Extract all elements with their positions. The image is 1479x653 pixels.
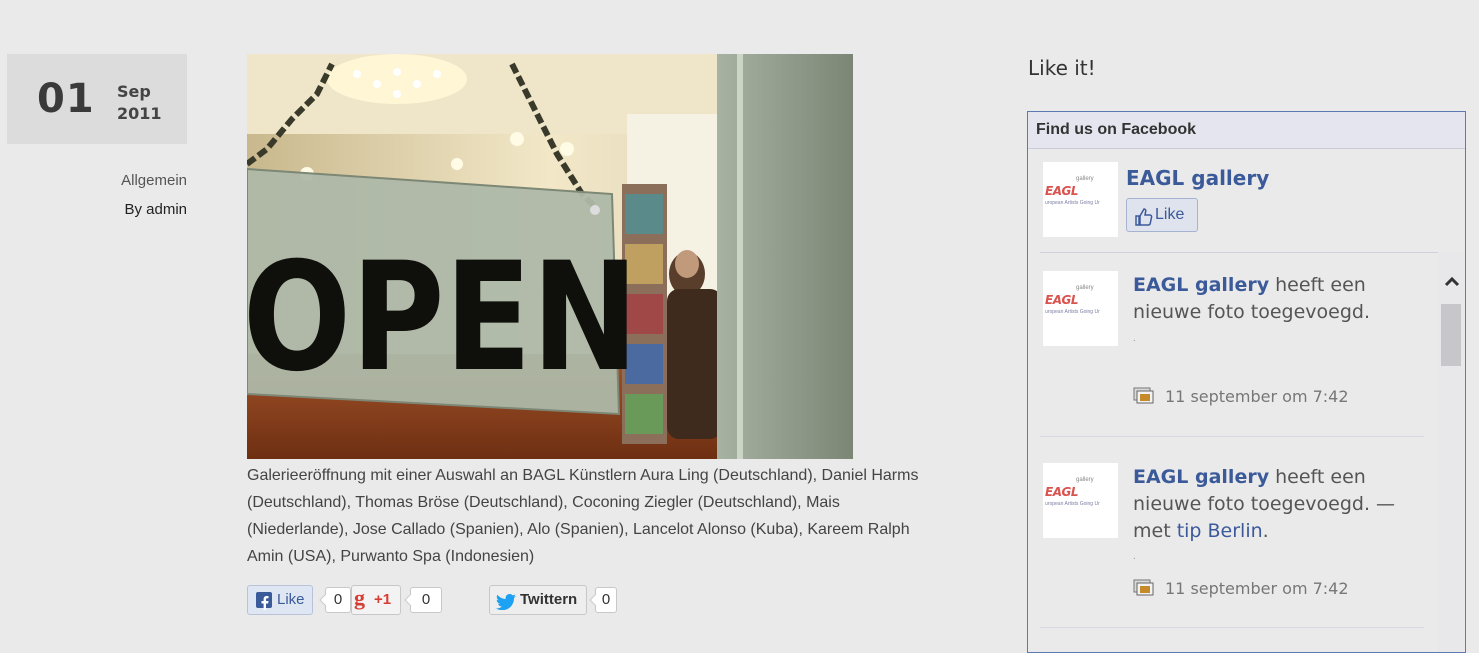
post-timestamp[interactable]: 11 september om 7:42 xyxy=(1165,579,1349,598)
facebook-like-box: Find us on Facebook EAGL gallery uropean A… xyxy=(1027,111,1466,653)
post-author[interactable]: By admin xyxy=(124,201,187,218)
google-plus-icon: g xyxy=(354,585,365,610)
post-category-link[interactable]: Allgemein xyxy=(121,172,187,189)
twitter-label: Twittern xyxy=(520,591,578,608)
date-year: 2011 xyxy=(117,104,162,123)
post-author-link[interactable]: EAGL gallery xyxy=(1133,274,1269,296)
feed-post-text: EAGL gallery heeft een nieuwe foto toege… xyxy=(1133,274,1370,323)
twitter-bird-icon xyxy=(496,592,516,620)
feed-post-text: EAGL gallery heeft een nieuwe foto toege… xyxy=(1133,466,1396,542)
post-date-box: 01 Sep 2011 xyxy=(7,54,187,144)
facebook-page-name[interactable]: EAGL gallery xyxy=(1126,166,1269,190)
post-author-link[interactable]: EAGL gallery xyxy=(1133,466,1269,488)
facebook-like-button[interactable]: Like xyxy=(247,585,313,615)
post-divider xyxy=(1040,436,1424,437)
post-timestamp[interactable]: 11 september om 7:42 xyxy=(1165,387,1349,406)
open-sign-text: OPEN xyxy=(247,230,638,405)
thumbs-up-icon xyxy=(1135,206,1153,238)
google-plus-label: +1 xyxy=(374,591,392,608)
facebook-like-label: Like xyxy=(277,591,305,608)
scroll-up-icon[interactable] xyxy=(1444,274,1460,292)
twitter-count: 0 xyxy=(595,587,617,613)
photo-icon xyxy=(1133,579,1155,597)
date-month-year: Sep 2011 xyxy=(117,81,162,125)
post-caption: Galerieeröffnung mit einer Auswahl an BA… xyxy=(247,467,919,565)
post-avatar[interactable]: EAGL gallery uropean Artists Going Ur xyxy=(1043,463,1118,538)
twitter-tweet-button[interactable]: Twittern xyxy=(489,585,587,615)
google-plus-count: 0 xyxy=(410,587,442,613)
post-divider xyxy=(1040,627,1424,628)
gallery-open-sign-photo: OPEN xyxy=(247,54,853,459)
facebook-box-title: Find us on Facebook xyxy=(1028,112,1465,149)
tagged-link[interactable]: tip Berlin xyxy=(1177,520,1263,542)
facebook-like-count: 0 xyxy=(325,587,351,613)
page-avatar[interactable]: EAGL gallery uropean Artists Going Ur xyxy=(1043,162,1118,237)
sidebar-like-heading: Like it! xyxy=(1028,56,1096,80)
page-like-label: Like xyxy=(1155,206,1185,223)
feed-divider xyxy=(1040,252,1460,253)
post-separator-dot: . xyxy=(1133,333,1136,344)
post-separator-dot: . xyxy=(1133,551,1136,562)
post-image[interactable]: OPEN xyxy=(247,54,853,459)
post-avatar[interactable]: EAGL gallery uropean Artists Going Ur xyxy=(1043,271,1118,346)
facebook-page-like-button[interactable]: Like xyxy=(1126,198,1198,232)
scrollbar-thumb[interactable] xyxy=(1441,304,1461,366)
google-plus-one-button[interactable]: g +1 xyxy=(351,585,401,615)
date-day: 01 xyxy=(37,76,95,122)
date-month: Sep xyxy=(117,82,151,101)
facebook-icon xyxy=(256,592,272,610)
feed-scrollbar[interactable] xyxy=(1438,252,1464,652)
photo-icon xyxy=(1133,387,1155,405)
